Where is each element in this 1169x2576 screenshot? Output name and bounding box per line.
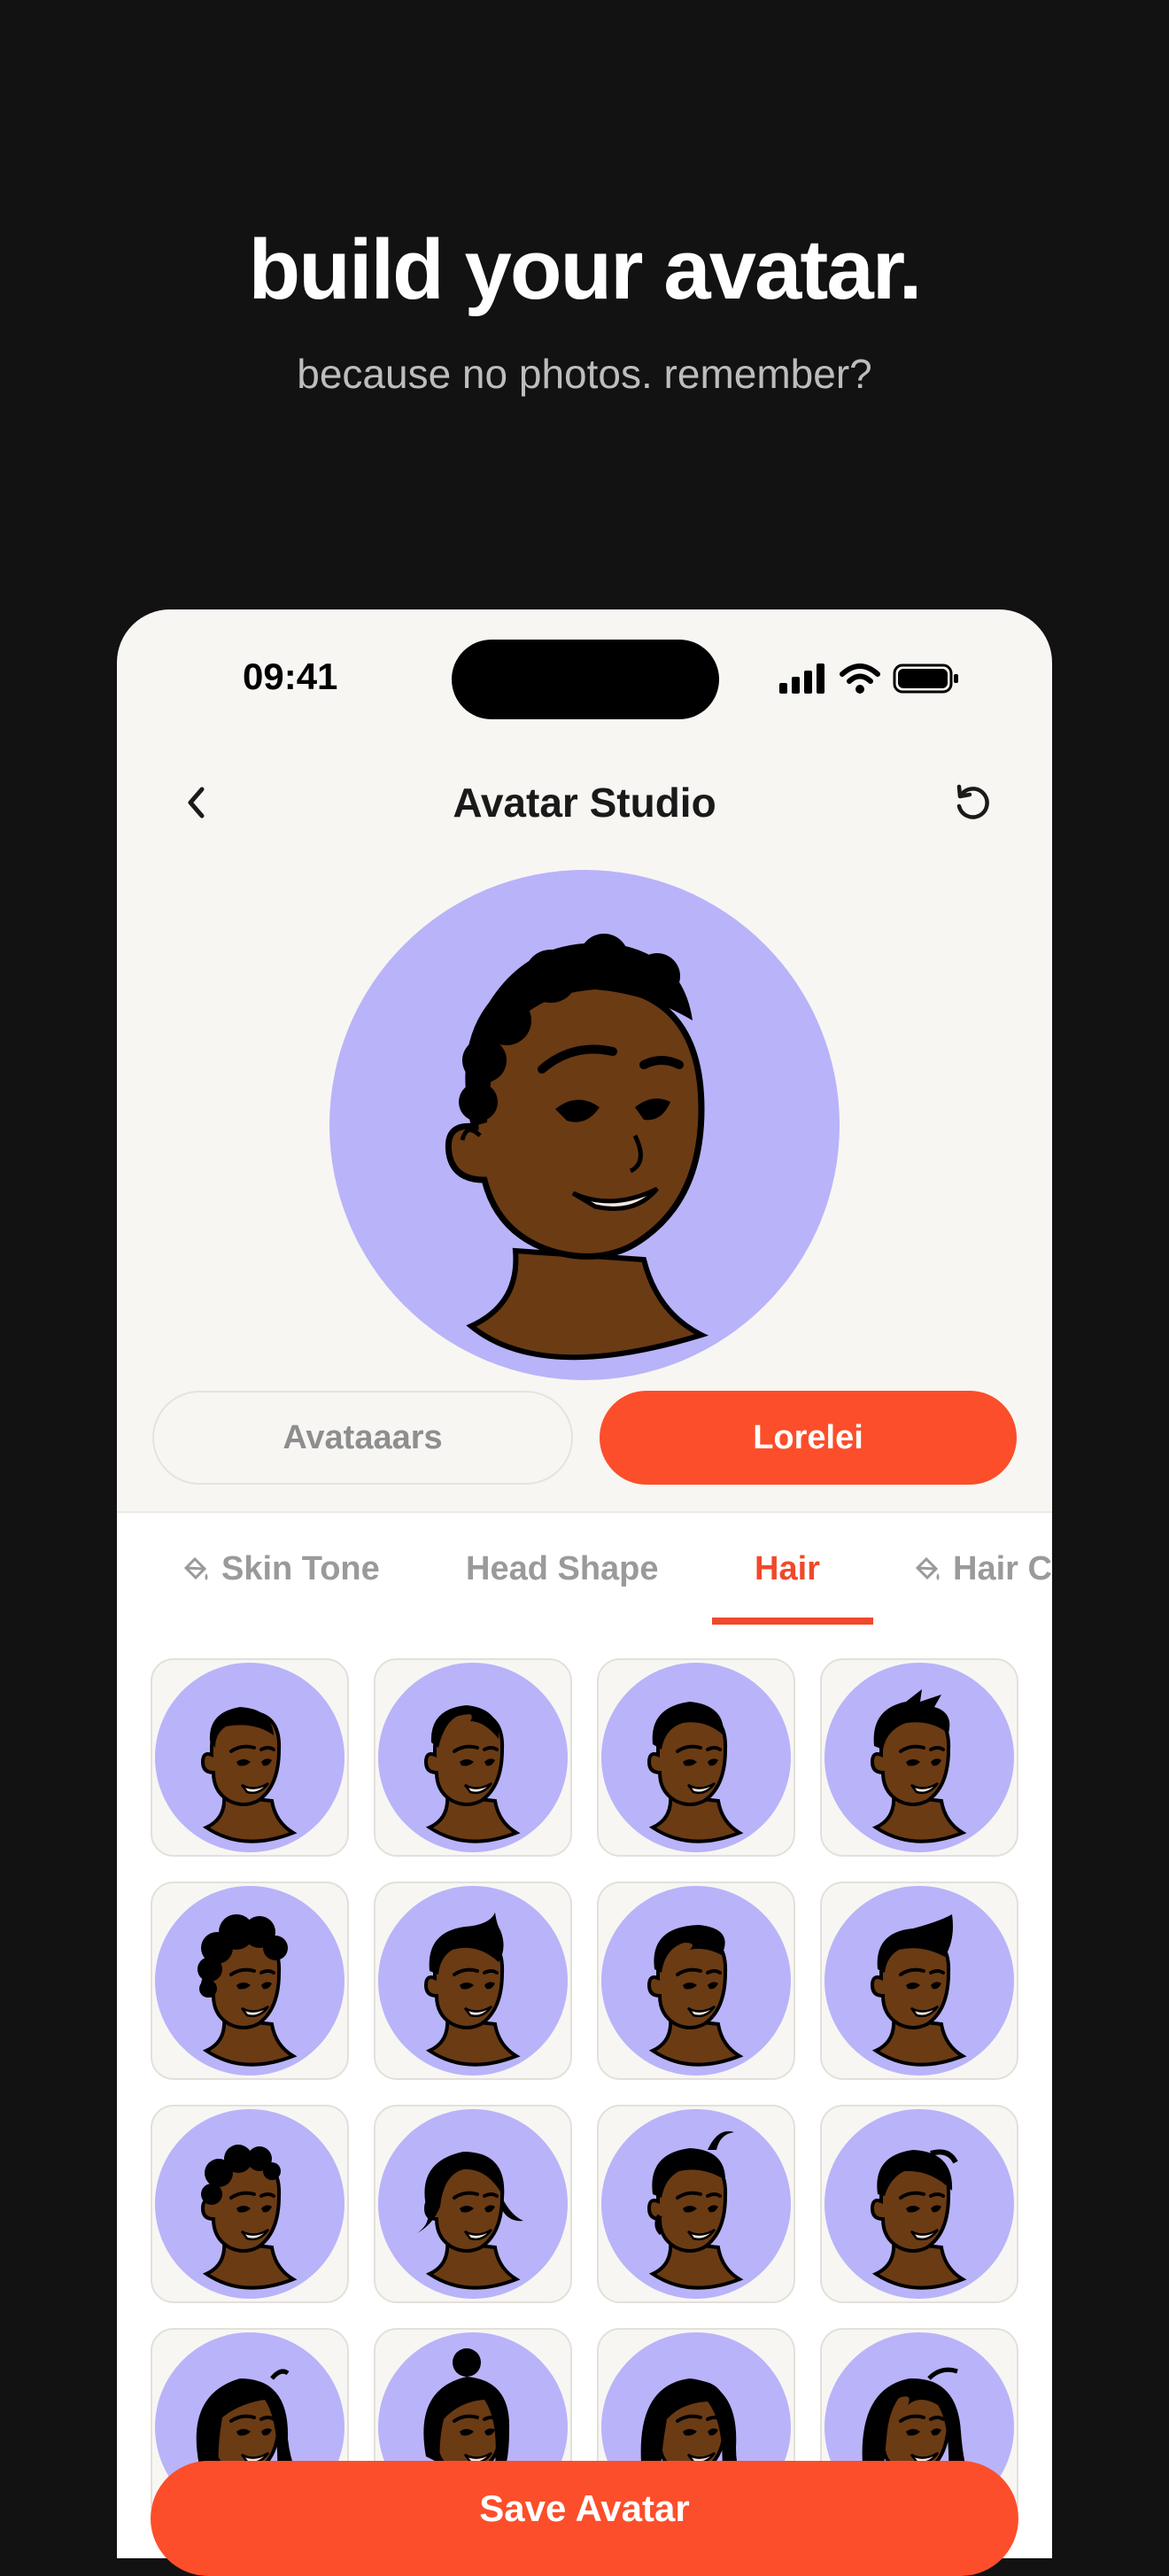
battery-icon — [893, 663, 958, 694]
hair-thumbnail-avatar — [155, 2109, 345, 2299]
hair-thumbnail-avatar — [601, 2109, 791, 2299]
tab-label: Skin Tone — [221, 1549, 380, 1587]
signal-icon — [779, 663, 824, 694]
hair-option-curly[interactable] — [151, 1882, 349, 2080]
hair-thumbnail-avatar — [824, 2109, 1014, 2299]
save-avatar-button[interactable]: Save Avatar — [151, 2461, 1018, 2576]
hair-thumbnail-avatar — [378, 1886, 568, 2076]
subheadline: because no photos. remember? — [297, 351, 872, 397]
style-option-avataaars[interactable]: Avataaars — [152, 1391, 573, 1485]
hair-thumbnail-avatar — [601, 1663, 791, 1852]
headline: build your avatar. — [248, 222, 923, 317]
hair-option-side-swept[interactable] — [820, 2105, 1018, 2303]
status-time: 09:41 — [243, 656, 338, 697]
paint-bucket-icon — [915, 1556, 940, 1580]
hair-option-short-1[interactable] — [151, 1658, 349, 1857]
feature-tabs: Skin Tone Head Shape Hair Hair C — [117, 1511, 1052, 1626]
page-title: Avatar Studio — [453, 780, 716, 826]
hair-option-curly-short[interactable] — [151, 2105, 349, 2303]
tab-hair[interactable]: Hair — [755, 1513, 820, 1625]
wifi-icon — [840, 663, 880, 694]
hair-options-grid — [151, 1658, 1018, 2526]
tab-hair-color[interactable]: Hair C — [912, 1513, 1052, 1625]
nav-bar: Avatar Studio — [117, 760, 1052, 849]
back-button[interactable] — [170, 776, 223, 829]
avatar-preview — [329, 870, 840, 1380]
status-bar: 09:41 — [117, 609, 1052, 719]
tab-label: Hair — [755, 1549, 820, 1587]
status-icons — [779, 661, 960, 696]
avatar-illustration — [445, 934, 709, 1361]
avatar-style-toggle: Avataaars Lorelei — [152, 1391, 1017, 1485]
hair-option-short-3[interactable] — [597, 1658, 795, 1857]
reset-button[interactable] — [946, 776, 999, 829]
hair-options-panel — [117, 1625, 1052, 2558]
hair-option-swept[interactable] — [597, 1882, 795, 2080]
phone-screen: 09:41 Avatar Studio Avataaars Lorelei Sk… — [117, 609, 1052, 2558]
hair-option-quiff[interactable] — [820, 1882, 1018, 2080]
paint-bucket-icon — [183, 1556, 208, 1580]
hair-thumbnail-avatar — [155, 1663, 345, 1852]
hair-option-short-fringe[interactable] — [374, 1882, 572, 2080]
hair-thumbnail-avatar — [601, 1886, 791, 2076]
hair-option-short-2[interactable] — [374, 1658, 572, 1857]
hair-option-spiky[interactable] — [820, 1658, 1018, 1857]
hair-thumbnail-avatar — [378, 1663, 568, 1852]
hair-option-wavy-curl[interactable] — [597, 2105, 795, 2303]
hair-thumbnail-avatar — [155, 1886, 345, 2076]
active-tab-indicator — [712, 1618, 873, 1625]
tab-label: Hair C — [953, 1549, 1052, 1587]
hair-option-bob[interactable] — [374, 2105, 572, 2303]
hair-thumbnail-avatar — [824, 1663, 1014, 1852]
style-option-lorelei[interactable]: Lorelei — [600, 1391, 1017, 1485]
hair-thumbnail-avatar — [378, 2109, 568, 2299]
dynamic-island — [452, 640, 719, 719]
hair-thumbnail-avatar — [824, 1886, 1014, 2076]
reset-icon — [956, 784, 989, 819]
tab-label: Head Shape — [466, 1549, 659, 1587]
tab-skin-tone[interactable]: Skin Tone — [181, 1513, 380, 1625]
tab-head-shape[interactable]: Head Shape — [466, 1513, 659, 1625]
chevron-left-icon — [188, 787, 205, 819]
